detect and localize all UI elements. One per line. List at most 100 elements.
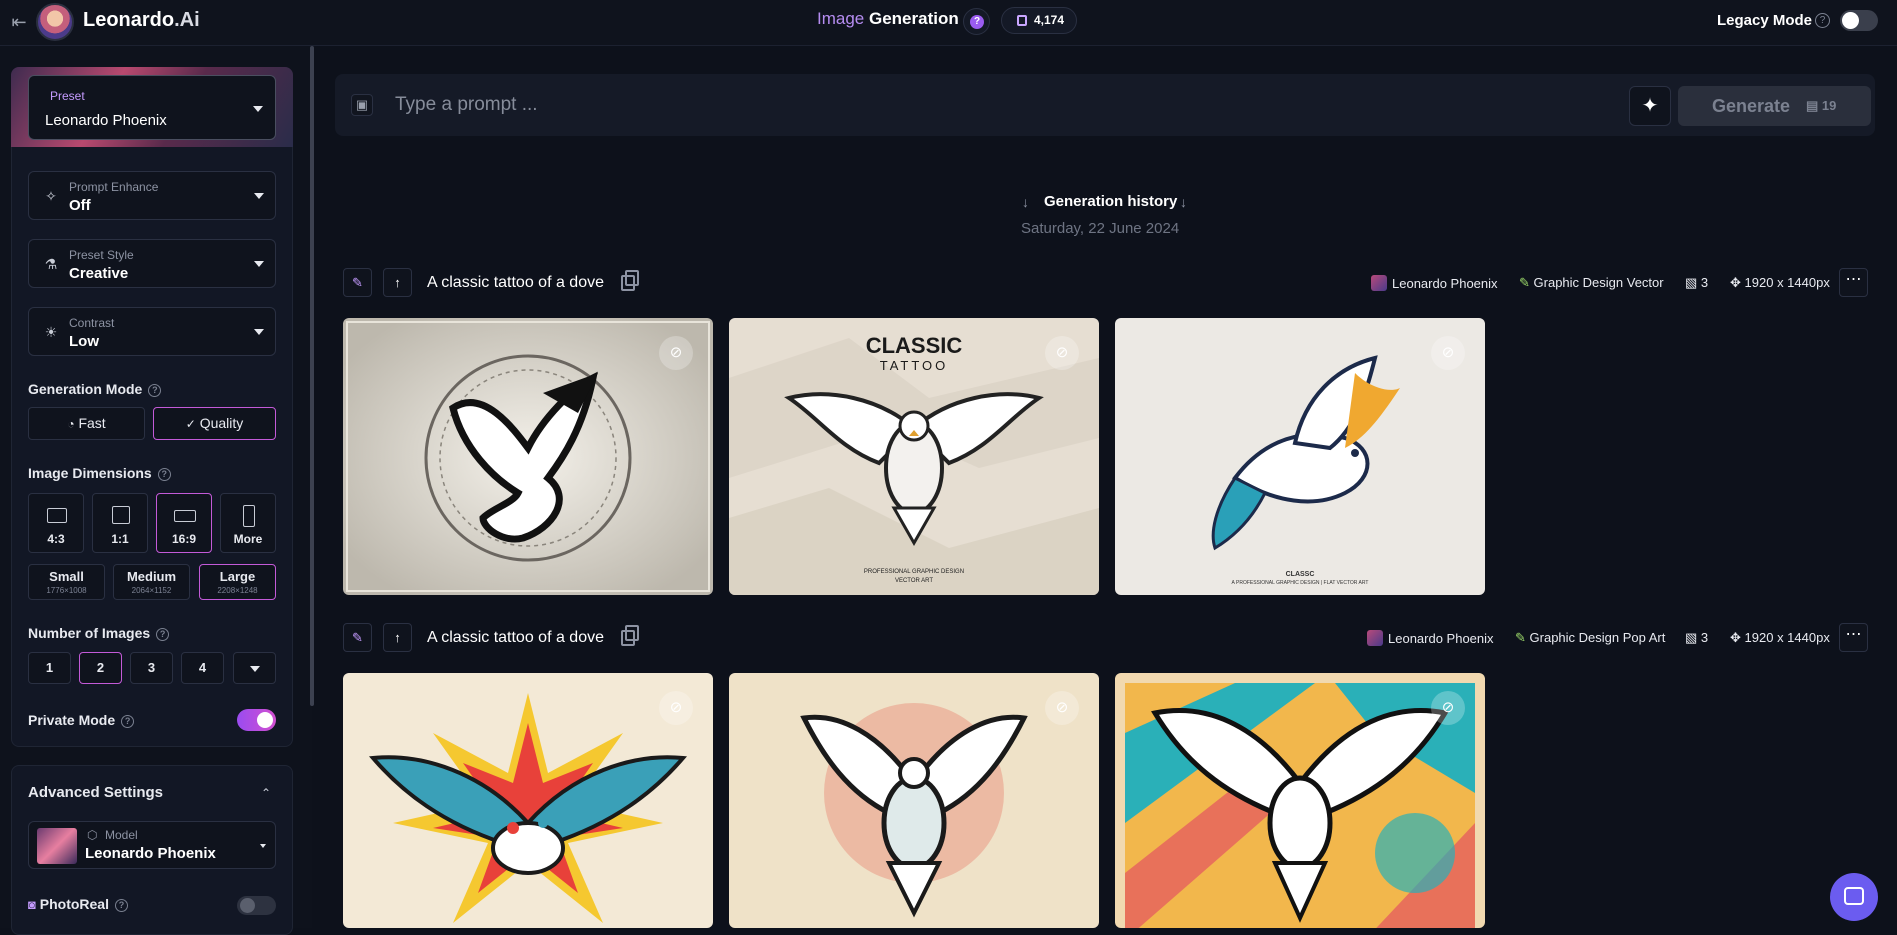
ratio-1-1-button[interactable]: 1:1 [92,493,148,553]
upload-arrow-icon[interactable]: ↑ [383,268,412,297]
help-icon[interactable]: ? [148,384,162,397]
help-icon[interactable]: ? [157,468,171,481]
help-button[interactable]: ? [963,8,990,35]
chat-icon [1844,887,1864,905]
generated-image[interactable]: ⊘ [343,318,713,595]
legacy-mode-toggle[interactable] [1840,10,1878,31]
prompt-enhance-select[interactable]: ✧ Prompt Enhance Off [28,171,276,220]
help-icon[interactable]: ? [114,899,128,912]
images-4-button[interactable]: 4 [181,652,224,684]
copy-icon[interactable] [621,625,639,646]
photoreal-toggle[interactable] [237,896,276,915]
eye-off-icon[interactable]: ⊘ [659,336,693,370]
chevron-down-icon [254,193,264,199]
model-icon [1371,275,1387,291]
image-text-tattoo: TATTOO [880,358,949,373]
generate-button[interactable]: Generate ▤ 19 [1678,86,1871,126]
collapse-sidebar-icon[interactable]: ⇤ [7,10,31,34]
contrast-select[interactable]: ☀ Contrast Low [28,307,276,356]
upload-arrow-icon[interactable]: ↑ [383,623,412,652]
sparkle-icon: ✧ [45,188,57,204]
top-bar: ⇤ Leonardo.Ai Image Generation ? 4,174 L… [0,0,1897,46]
size-large-button[interactable]: Large 2208×1248 [199,564,276,600]
preset-label: Preset [50,89,85,103]
generated-image[interactable]: ⊘ [729,673,1099,928]
generated-image[interactable]: CLASSIC TATTOO PROFESSIONAL GRAPHIC DESI… [729,318,1099,595]
history-title: Generation history [1044,193,1178,210]
eye-off-icon[interactable]: ⊘ [1045,336,1079,370]
prompt-magic-button[interactable]: ✦ [1629,86,1671,126]
token-balance[interactable]: 4,174 [1001,7,1077,34]
eye-off-icon[interactable]: ⊘ [1431,691,1465,725]
model-select[interactable]: ⬡ Model Leonardo Phoenix [28,821,276,869]
preset-value: Leonardo Phoenix [45,112,167,129]
cube-icon: ⬡ [87,828,98,842]
generation-prompt: A classic tattoo of a dove [427,274,604,291]
quality-mode-button[interactable]: ✓ Quality [153,407,276,440]
generated-image[interactable]: ⊘ [343,673,713,928]
fast-mode-button[interactable]: ◔ Fast [28,407,145,440]
images-icon: ▧ [1685,630,1698,645]
size-medium-button[interactable]: Medium 2064×1152 [113,564,190,600]
token-icon [1017,15,1027,26]
chevron-down-icon [250,666,260,672]
ratio-more-button[interactable]: More [220,493,276,553]
help-icon[interactable]: ? [156,628,170,641]
eye-off-icon[interactable]: ⊘ [659,691,693,725]
gauge-icon: ◔ [67,417,75,431]
image-text-classic: CLASSIC [866,333,963,358]
advanced-settings-title[interactable]: Advanced Settings [28,784,163,801]
chevron-up-icon[interactable]: ⌃ [261,786,271,800]
avatar-logo[interactable] [36,3,74,41]
magic-wand-icon[interactable]: ✎ [343,623,372,652]
generation-prompt: A classic tattoo of a dove [427,629,604,646]
token-cost: ▤ 19 [1806,98,1837,113]
ratio-shape-icon [47,508,67,523]
image-text-classc: CLASSC [1286,571,1315,578]
flask-icon: ⚗ [44,256,58,272]
ratio-shape-icon [243,505,255,527]
support-chat-button[interactable] [1830,873,1878,921]
history-date: Saturday, 22 June 2024 [1021,220,1180,237]
images-1-button[interactable]: 1 [28,652,71,684]
more-options-icon[interactable]: ⋯ [1839,268,1868,297]
size-small-button[interactable]: Small 1776×1008 [28,564,105,600]
brand-name[interactable]: Leonardo.Ai [83,9,200,32]
image-prompt-icon[interactable]: ▣ [351,94,373,116]
prompt-input[interactable] [395,90,1295,120]
help-icon[interactable]: ? [121,715,135,728]
generation-size: ✥ 1920 x 1440px [1730,275,1830,290]
images-3-button[interactable]: 3 [130,652,173,684]
eye-off-icon[interactable]: ⊘ [1045,691,1079,725]
history-arrow-icon: ↓ [1022,194,1029,210]
copy-icon[interactable] [621,270,639,291]
move-icon: ✥ [1730,275,1741,290]
private-mode-toggle[interactable] [237,709,276,731]
photoreal-title: ◙ PhotoReal? [28,896,128,912]
legacy-help-icon[interactable]: ? [1815,13,1830,28]
generation-style: ✎ Graphic Design Pop Art [1515,630,1666,645]
generated-image[interactable]: CLASSC A PROFESSIONAL GRAPHIC DESIGN | F… [1115,318,1485,595]
model-thumbnail [37,828,77,864]
generation-count: ▧ 3 [1685,275,1709,290]
image-text-pro2: VECTOR ART [895,578,933,584]
sidebar-scrollbar[interactable] [310,46,314,706]
chevron-down-icon [260,844,266,848]
generated-image[interactable]: ⊘ [1115,673,1485,928]
ratio-4-3-button[interactable]: 4:3 [28,493,84,553]
eye-off-icon[interactable]: ⊘ [1431,336,1465,370]
token-icon: ▤ [1806,98,1819,113]
images-more-button[interactable] [233,652,276,684]
preset-select[interactable]: Preset Leonardo Phoenix [28,75,276,140]
sun-icon: ☀ [44,324,58,340]
ratio-16-9-button[interactable]: 16:9 [156,493,212,553]
generation-mode-title: Generation Mode? [28,381,162,397]
more-options-icon[interactable]: ⋯ [1839,623,1868,652]
images-2-button[interactable]: 2 [79,652,122,684]
magic-wand-icon[interactable]: ✎ [343,268,372,297]
brush-icon: ✎ [1519,275,1530,290]
preset-style-select[interactable]: ⚗ Preset Style Creative [28,239,276,288]
generation-header: ✎ ↑ A classic tattoo of a dove Leonardo … [343,623,1868,653]
sparkle-icon: ✦ [1641,95,1659,117]
generation-style: ✎ Graphic Design Vector [1519,275,1664,290]
